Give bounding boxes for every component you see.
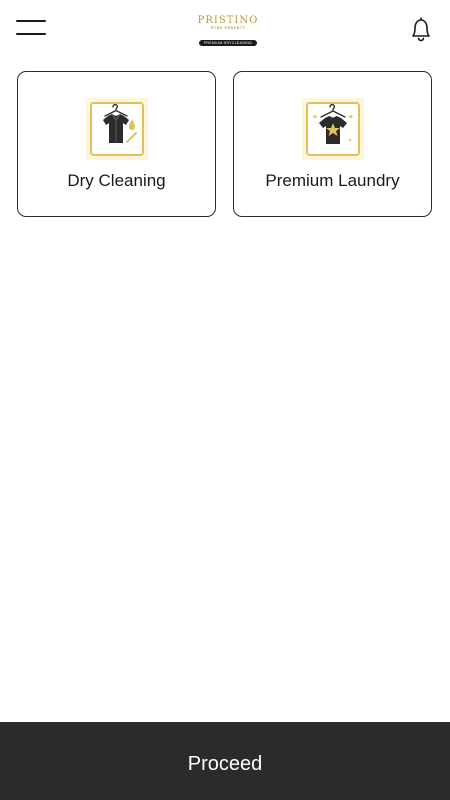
service-card-dry-cleaning[interactable]: Dry Cleaning [17,71,216,217]
brand-logo: PRISTINO PURE PERFECT PREMIUM DRYCLEANIN… [196,15,260,46]
proceed-button[interactable]: Proceed [0,722,450,800]
app-header: PRISTINO PURE PERFECT PREMIUM DRYCLEANIN… [0,0,450,58]
logo-brand-text: PRISTINO [197,15,259,26]
service-list: Dry Cleaning Premium Laundry [17,71,433,217]
service-card-premium-laundry[interactable]: Premium Laundry [233,71,432,217]
menu-button[interactable] [16,18,48,40]
menu-icon-line [16,20,46,22]
logo-badge: PREMIUM DRYCLEANING [198,40,258,46]
menu-icon-line [16,33,46,35]
bell-icon [412,17,430,42]
logo-tagline: PURE PERFECT [210,26,246,30]
service-label: Premium Laundry [265,171,400,190]
notifications-button[interactable] [408,15,434,43]
shirt-hanger-drop-icon [86,98,148,160]
tshirt-hanger-star-icon [302,98,364,160]
service-label: Dry Cleaning [67,171,166,190]
